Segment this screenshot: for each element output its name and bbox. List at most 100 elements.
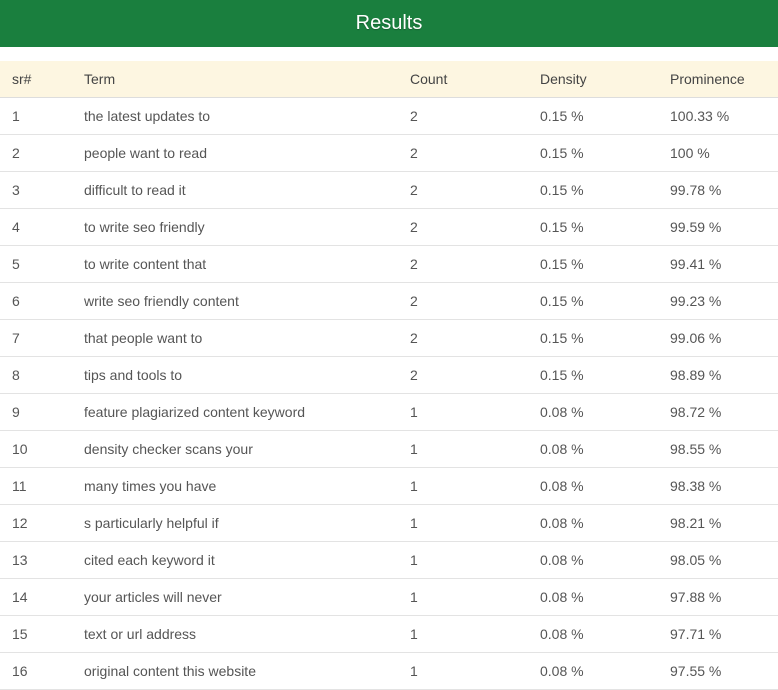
header-gap (0, 47, 778, 61)
results-title: Results (356, 12, 423, 34)
table-row: 12s particularly helpful if10.08 %98.21 … (0, 505, 778, 542)
cell-sr: 12 (0, 505, 72, 542)
cell-count: 1 (398, 431, 528, 468)
cell-prominence: 97.55 % (658, 653, 778, 690)
cell-prominence: 99.23 % (658, 283, 778, 320)
cell-count: 2 (398, 283, 528, 320)
cell-term: s particularly helpful if (72, 505, 398, 542)
cell-count: 2 (398, 209, 528, 246)
cell-count: 2 (398, 98, 528, 135)
cell-density: 0.15 % (528, 320, 658, 357)
table-row: 7that people want to20.15 %99.06 % (0, 320, 778, 357)
table-row: 4to write seo friendly20.15 %99.59 % (0, 209, 778, 246)
cell-density: 0.15 % (528, 98, 658, 135)
cell-count: 1 (398, 468, 528, 505)
cell-term: the latest updates to (72, 98, 398, 135)
cell-sr: 1 (0, 98, 72, 135)
cell-count: 1 (398, 579, 528, 616)
cell-sr: 11 (0, 468, 72, 505)
cell-count: 1 (398, 505, 528, 542)
table-row: 16original content this website10.08 %97… (0, 653, 778, 690)
cell-term: text or url address (72, 616, 398, 653)
cell-density: 0.15 % (528, 283, 658, 320)
cell-sr: 7 (0, 320, 72, 357)
cell-count: 1 (398, 653, 528, 690)
cell-count: 2 (398, 135, 528, 172)
table-row: 15text or url address10.08 %97.71 % (0, 616, 778, 653)
cell-term: write seo friendly content (72, 283, 398, 320)
cell-term: people want to read (72, 135, 398, 172)
cell-term: cited each keyword it (72, 542, 398, 579)
cell-prominence: 99.59 % (658, 209, 778, 246)
cell-sr: 2 (0, 135, 72, 172)
cell-prominence: 99.41 % (658, 246, 778, 283)
cell-prominence: 98.05 % (658, 542, 778, 579)
cell-sr: 14 (0, 579, 72, 616)
cell-count: 2 (398, 246, 528, 283)
cell-prominence: 98.38 % (658, 468, 778, 505)
cell-density: 0.15 % (528, 135, 658, 172)
cell-sr: 16 (0, 653, 72, 690)
cell-sr: 6 (0, 283, 72, 320)
cell-term: original content this website (72, 653, 398, 690)
cell-prominence: 98.89 % (658, 357, 778, 394)
cell-count: 1 (398, 616, 528, 653)
table-row: 8tips and tools to20.15 %98.89 % (0, 357, 778, 394)
cell-density: 0.08 % (528, 653, 658, 690)
table-header-row: sr# Term Count Density Prominence (0, 61, 778, 98)
cell-density: 0.08 % (528, 431, 658, 468)
cell-term: that people want to (72, 320, 398, 357)
cell-prominence: 99.06 % (658, 320, 778, 357)
cell-density: 0.08 % (528, 579, 658, 616)
cell-density: 0.08 % (528, 616, 658, 653)
table-row: 11many times you have10.08 %98.38 % (0, 468, 778, 505)
cell-prominence: 98.72 % (658, 394, 778, 431)
cell-term: many times you have (72, 468, 398, 505)
cell-sr: 3 (0, 172, 72, 209)
cell-term: tips and tools to (72, 357, 398, 394)
cell-density: 0.15 % (528, 209, 658, 246)
table-row: 10density checker scans your10.08 %98.55… (0, 431, 778, 468)
col-count: Count (398, 61, 528, 98)
cell-count: 1 (398, 542, 528, 579)
cell-sr: 13 (0, 542, 72, 579)
cell-prominence: 99.78 % (658, 172, 778, 209)
cell-count: 2 (398, 357, 528, 394)
cell-count: 2 (398, 320, 528, 357)
cell-sr: 9 (0, 394, 72, 431)
cell-term: your articles will never (72, 579, 398, 616)
cell-density: 0.08 % (528, 468, 658, 505)
col-sr: sr# (0, 61, 72, 98)
cell-prominence: 97.71 % (658, 616, 778, 653)
cell-prominence: 100 % (658, 135, 778, 172)
table-row: 3difficult to read it20.15 %99.78 % (0, 172, 778, 209)
cell-sr: 10 (0, 431, 72, 468)
cell-sr: 5 (0, 246, 72, 283)
cell-term: to write seo friendly (72, 209, 398, 246)
table-row: 5to write content that20.15 %99.41 % (0, 246, 778, 283)
table-row: 1the latest updates to20.15 %100.33 % (0, 98, 778, 135)
table-row: 14your articles will never10.08 %97.88 % (0, 579, 778, 616)
col-term: Term (72, 61, 398, 98)
col-prominence: Prominence (658, 61, 778, 98)
cell-count: 2 (398, 172, 528, 209)
cell-prominence: 98.21 % (658, 505, 778, 542)
cell-density: 0.08 % (528, 394, 658, 431)
results-header: Results (0, 0, 778, 47)
cell-density: 0.08 % (528, 505, 658, 542)
cell-prominence: 100.33 % (658, 98, 778, 135)
cell-prominence: 98.55 % (658, 431, 778, 468)
col-density: Density (528, 61, 658, 98)
cell-sr: 4 (0, 209, 72, 246)
table-row: 13cited each keyword it10.08 %98.05 % (0, 542, 778, 579)
table-row: 6write seo friendly content20.15 %99.23 … (0, 283, 778, 320)
cell-prominence: 97.88 % (658, 579, 778, 616)
cell-count: 1 (398, 394, 528, 431)
cell-term: density checker scans your (72, 431, 398, 468)
table-row: 2people want to read20.15 %100 % (0, 135, 778, 172)
cell-term: feature plagiarized content keyword (72, 394, 398, 431)
cell-density: 0.15 % (528, 357, 658, 394)
cell-term: to write content that (72, 246, 398, 283)
results-body: 1the latest updates to20.15 %100.33 %2pe… (0, 98, 778, 690)
cell-density: 0.15 % (528, 172, 658, 209)
